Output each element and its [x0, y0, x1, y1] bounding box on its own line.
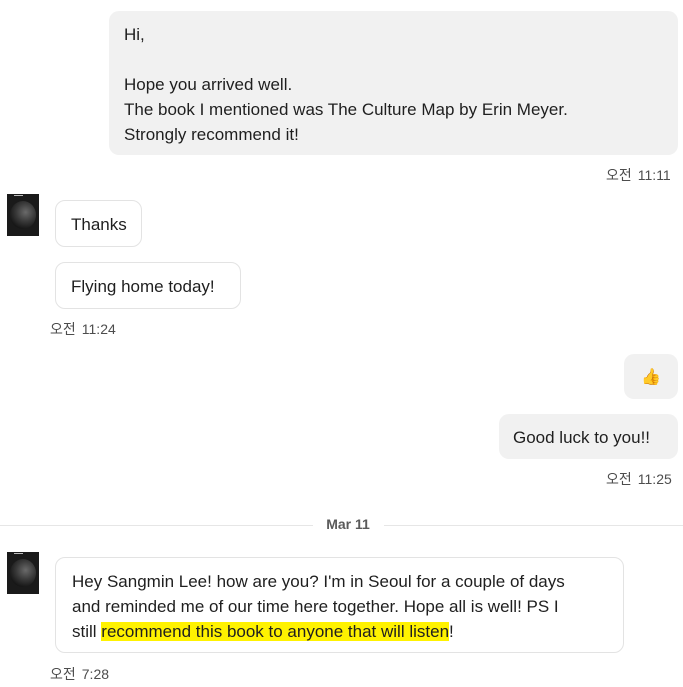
date-divider-line-right — [384, 525, 683, 526]
message-line: Hi, — [124, 25, 145, 44]
message-text: Thanks — [71, 215, 127, 234]
outgoing-message-bubble[interactable]: Good luck to you!! — [499, 414, 678, 459]
message-line: Hope you arrived well. — [124, 75, 293, 94]
incoming-message-bubble[interactable]: Flying home today! — [55, 262, 241, 309]
date-divider: Mar 11 — [326, 516, 370, 532]
message-text: Flying home today! — [71, 277, 215, 296]
message-timestamp: 오전 11:24 — [50, 319, 116, 339]
incoming-message-bubble[interactable]: Thanks — [55, 200, 142, 247]
message-line: and reminded me of our time here togethe… — [72, 597, 559, 616]
outgoing-emoji-bubble[interactable]: 👍 — [624, 354, 678, 399]
date-divider-line-left — [0, 525, 313, 526]
avatar-image — [10, 559, 36, 587]
message-text: still — [72, 622, 102, 641]
timestamp-ampm: 오전 — [606, 167, 632, 183]
outgoing-message-bubble[interactable]: Hi, Hope you arrived well. The book I me… — [109, 11, 678, 155]
message-line: Hey Sangmin Lee! how are you? I'm in Seo… — [72, 572, 565, 591]
incoming-message-bubble[interactable]: Hey Sangmin Lee! how are you? I'm in Seo… — [55, 557, 624, 653]
message-line: The book I mentioned was The Culture Map… — [124, 100, 568, 119]
timestamp-ampm: 오전 — [50, 666, 76, 682]
timestamp-ampm: 오전 — [606, 471, 632, 487]
timestamp-time: 7:28 — [81, 666, 110, 682]
message-line: still recommend this book to anyone that… — [72, 619, 623, 644]
avatar-edge — [14, 195, 23, 196]
message-line: Strongly recommend it! — [124, 125, 299, 144]
timestamp-time: 11:25 — [637, 471, 672, 487]
timestamp-ampm: 오전 — [50, 321, 76, 337]
timestamp-time: 11:24 — [81, 321, 116, 337]
message-text: Good luck to you!! — [513, 428, 651, 447]
message-timestamp: 오전 11:11 — [606, 165, 671, 185]
avatar-edge — [14, 553, 23, 554]
highlighted-text: recommend this book to anyone that will … — [101, 622, 450, 641]
avatar-image — [10, 201, 36, 229]
contact-avatar[interactable] — [7, 552, 39, 594]
message-text: ! — [449, 622, 454, 641]
thumbs-up-icon: 👍 — [641, 369, 661, 386]
timestamp-time: 11:11 — [637, 167, 671, 183]
message-timestamp: 오전 7:28 — [50, 664, 109, 684]
contact-avatar[interactable] — [7, 194, 39, 236]
message-timestamp: 오전 11:25 — [606, 469, 672, 489]
